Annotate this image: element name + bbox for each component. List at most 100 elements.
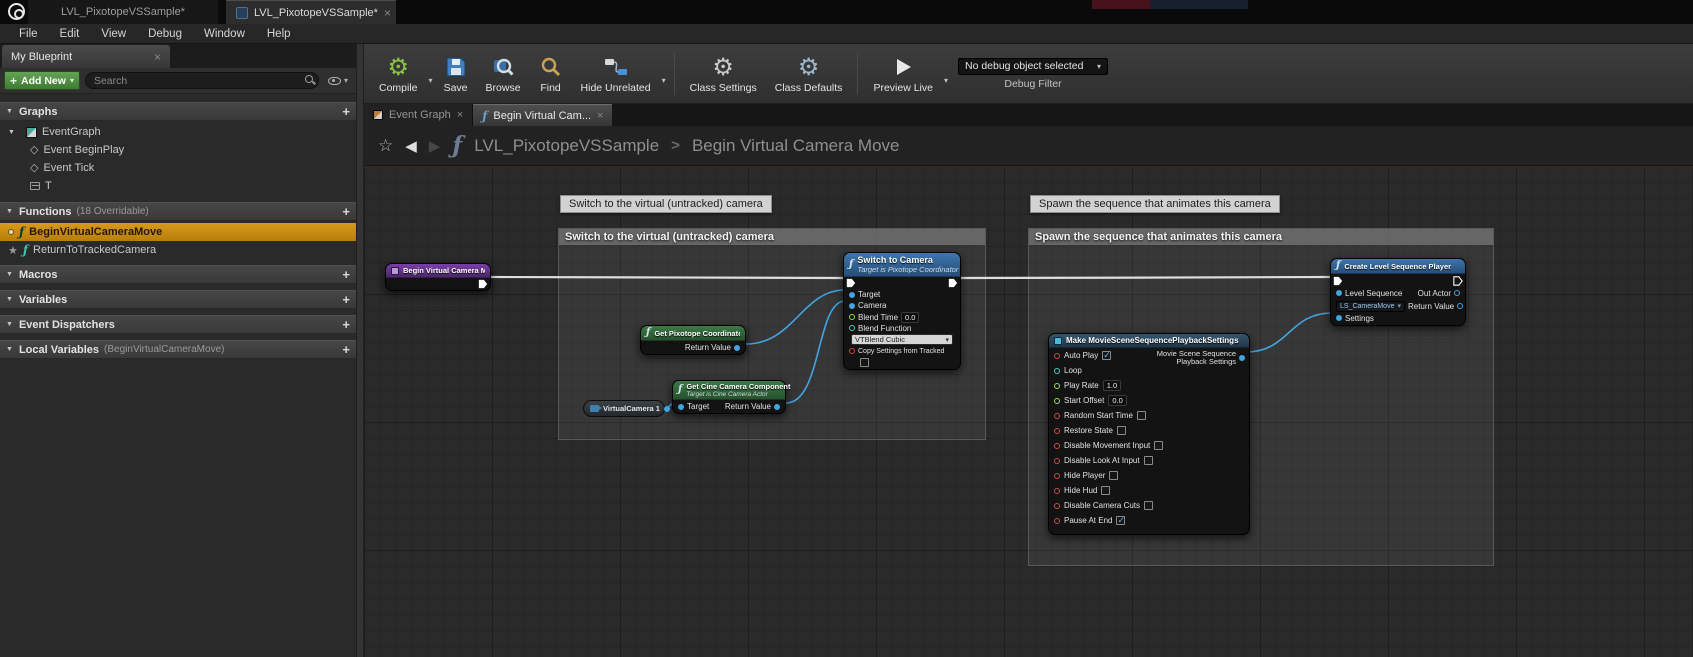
exec-out-pin[interactable]	[948, 278, 958, 288]
search-input[interactable]	[85, 72, 319, 89]
expander-icon[interactable]: ▼	[8, 129, 15, 136]
section-local-variables[interactable]: ▼ Local Variables (BeginVirtualCameraMov…	[0, 340, 356, 359]
menu-debug[interactable]: Debug	[137, 28, 193, 40]
hide-unrelated-options-arrow[interactable]: ▾	[660, 76, 668, 85]
node-get-pixotope-coordinator[interactable]: ƒ Get Pixotope Coordinator Return Value	[640, 325, 746, 355]
breadcrumb-root[interactable]: LVL_PixotopeVSSample	[474, 136, 659, 156]
start-offset-value[interactable]: 0.0	[1108, 395, 1126, 406]
function-beginvirtualcameramove[interactable]: ƒ BeginVirtualCameraMove	[0, 223, 356, 241]
section-variables[interactable]: ▼ Variables +	[0, 290, 356, 309]
exec-out-pin[interactable]	[1453, 276, 1463, 286]
section-functions[interactable]: ▼ Functions (18 Overridable) +	[0, 202, 356, 221]
exec-in-pin[interactable]	[846, 278, 856, 288]
node-switch-to-camera[interactable]: ƒ Switch to Camera Target is Pixotope Co…	[843, 252, 961, 370]
output-pin[interactable]	[1239, 355, 1245, 361]
expander-icon[interactable]: ▼	[6, 208, 13, 215]
section-macros[interactable]: ▼ Macros +	[0, 265, 356, 284]
add-dispatcher-button[interactable]: +	[342, 319, 350, 330]
restore-state-checkbox[interactable]	[1117, 426, 1126, 435]
compile-options-arrow[interactable]: ▾	[427, 76, 435, 85]
exec-out-pin[interactable]	[478, 279, 488, 289]
exec-in-pin[interactable]	[1333, 276, 1343, 286]
add-graph-button[interactable]: +	[342, 106, 350, 117]
expander-icon[interactable]: ▼	[6, 271, 13, 278]
preview-live-button[interactable]: Preview Live	[864, 47, 942, 101]
return-value-pin[interactable]	[734, 345, 740, 351]
tab-begin-virtual-camera[interactable]: ƒ Begin Virtual Cam... ×	[473, 104, 612, 126]
find-button[interactable]: Find	[530, 47, 572, 101]
blend-function-dropdown[interactable]: VTBlend Cubic ▾	[851, 334, 953, 345]
add-function-button[interactable]: +	[342, 206, 350, 217]
node-make-playback-settings[interactable]: Make MovieSceneSequencePlaybackSettings …	[1048, 333, 1250, 535]
function-returntotrackedcamera[interactable]: ★ ƒ ReturnToTrackedCamera	[0, 241, 356, 259]
level-sequence-asset-picker[interactable]: LS_CameraMove ▾	[1336, 301, 1405, 312]
close-icon[interactable]: ×	[597, 110, 603, 122]
class-settings-button[interactable]: ⚙ Class Settings	[681, 47, 766, 101]
favorite-star-icon[interactable]: ☆	[378, 136, 393, 156]
menu-view[interactable]: View	[90, 28, 137, 40]
node-create-level-sequence-player[interactable]: ƒ Create Level Sequence Player Level Seq…	[1330, 258, 1466, 326]
auto-play-checkbox[interactable]	[1102, 351, 1111, 360]
hide-hud-checkbox[interactable]	[1101, 486, 1110, 495]
compile-button[interactable]: ⚙ Compile	[370, 47, 427, 101]
debug-object-dropdown[interactable]: No debug object selected ▾	[958, 58, 1108, 75]
back-arrow-icon[interactable]: ◀	[405, 137, 417, 155]
add-variable-button[interactable]: +	[342, 294, 350, 305]
panel-splitter[interactable]	[356, 44, 364, 657]
add-macro-button[interactable]: +	[342, 269, 350, 280]
tab-event-graph[interactable]: Event Graph ×	[364, 104, 473, 126]
disable-camera-cuts-checkbox[interactable]	[1144, 501, 1153, 510]
play-rate-value[interactable]: 1.0	[1103, 380, 1121, 391]
random-start-time-checkbox[interactable]	[1137, 411, 1146, 420]
target-pin[interactable]	[849, 292, 855, 298]
camera-pin[interactable]	[849, 303, 855, 309]
menu-edit[interactable]: Edit	[49, 28, 91, 40]
close-icon[interactable]: ×	[384, 6, 391, 20]
tree-item-event-beginplay[interactable]: ◇ Event BeginPlay	[0, 141, 356, 159]
node-virtualcamera-getter[interactable]: VirtualCamera 1	[583, 400, 665, 417]
close-icon[interactable]: ×	[457, 109, 463, 121]
return-value-pin[interactable]	[774, 404, 780, 410]
window-tab-level[interactable]: LVL_PixotopeVSSample*	[28, 0, 218, 24]
expander-icon[interactable]: ▼	[6, 346, 13, 353]
blend-time-pin[interactable]	[849, 314, 855, 320]
pause-at-end-checkbox[interactable]	[1116, 516, 1125, 525]
menu-help[interactable]: Help	[256, 28, 302, 40]
playback-settings-output[interactable]: Movie Scene Sequence Playback Settings	[1150, 350, 1245, 366]
close-icon[interactable]: ×	[154, 50, 161, 64]
disable-movement-input-checkbox[interactable]	[1154, 441, 1163, 450]
out-actor-pin[interactable]	[1454, 290, 1460, 296]
menu-window[interactable]: Window	[193, 28, 256, 40]
add-local-variable-button[interactable]: +	[342, 344, 350, 355]
graph-canvas[interactable]: Switch to the virtual (untracked) camera…	[364, 166, 1693, 657]
disable-look-at-input-checkbox[interactable]	[1144, 456, 1153, 465]
copy-settings-pin[interactable]	[849, 348, 855, 354]
level-sequence-pin[interactable]	[1336, 290, 1342, 296]
section-event-dispatchers[interactable]: ▼ Event Dispatchers +	[0, 315, 356, 334]
hide-player-checkbox[interactable]	[1109, 471, 1118, 480]
tree-item-t[interactable]: T	[0, 177, 356, 195]
section-graphs[interactable]: ▼ Graphs +	[0, 102, 356, 121]
tree-item-eventgraph[interactable]: ▼ EventGraph	[0, 123, 356, 141]
blend-function-pin[interactable]	[849, 325, 855, 331]
node-begin-virtual-camera-move[interactable]: Begin Virtual Camera Move	[385, 263, 491, 291]
copy-settings-checkbox[interactable]	[860, 358, 869, 367]
forward-arrow-icon[interactable]: ▶	[429, 137, 441, 155]
tab-my-blueprint[interactable]: My Blueprint ×	[2, 45, 170, 68]
return-value-pin[interactable]	[1457, 303, 1463, 309]
menu-file[interactable]: File	[8, 28, 49, 40]
node-get-cine-camera-component[interactable]: ƒ Get Cine Camera Component Target is Ci…	[672, 380, 786, 414]
visibility-filter-button[interactable]: ▾	[324, 76, 352, 85]
expander-icon[interactable]: ▼	[6, 296, 13, 303]
variable-out-pin[interactable]	[664, 406, 670, 412]
hide-unrelated-button[interactable]: Hide Unrelated	[572, 47, 660, 101]
window-tab-blueprint[interactable]: LVL_PixotopeVSSample* ×	[226, 0, 396, 24]
target-pin[interactable]	[678, 404, 684, 410]
preview-live-options-arrow[interactable]: ▾	[942, 76, 950, 85]
tree-item-event-tick[interactable]: ◇ Event Tick	[0, 159, 356, 177]
class-defaults-button[interactable]: ⚙ Class Defaults	[766, 47, 852, 101]
blend-time-value[interactable]: 0.0	[901, 312, 919, 323]
expander-icon[interactable]: ▼	[6, 108, 13, 115]
save-button[interactable]: Save	[435, 47, 477, 101]
browse-button[interactable]: Browse	[477, 47, 530, 101]
